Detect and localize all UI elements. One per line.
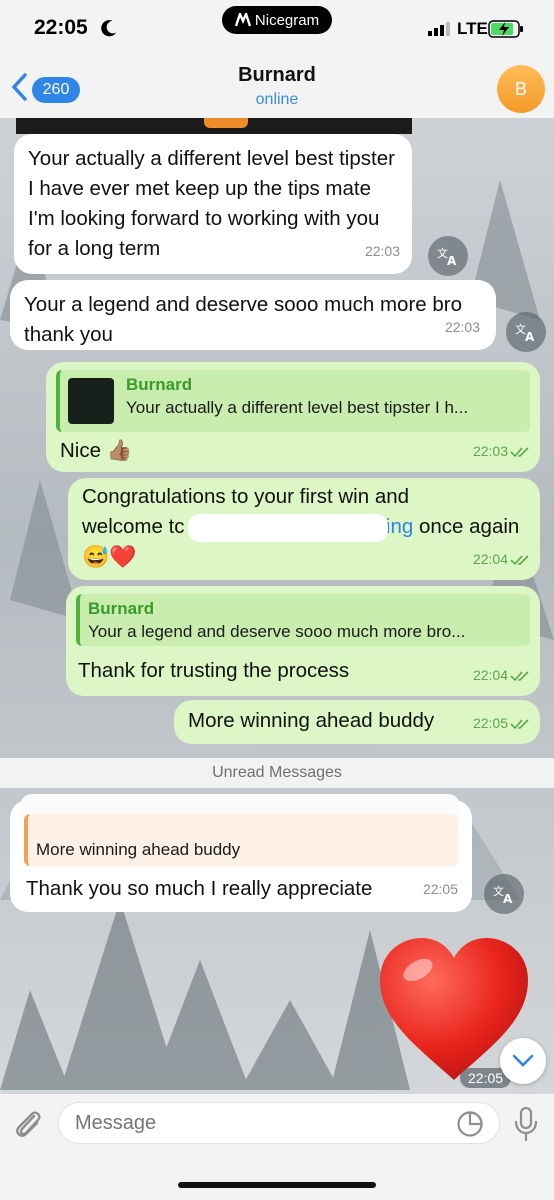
microphone-icon[interactable] [512, 1106, 540, 1142]
chat-header: 260 Burnard online B [0, 56, 554, 118]
reply-preview[interactable]: Burnard Your a legend and deserve sooo m… [76, 594, 530, 646]
reply-text: Your actually a different level best tip… [126, 398, 469, 417]
svg-text:A: A [447, 254, 457, 266]
message-time: 22:03 [364, 243, 400, 259]
chat-status: online [255, 91, 299, 108]
message-incoming[interactable]: More winning ahead buddy Thank you so mu… [10, 794, 472, 912]
read-checks-icon [510, 555, 529, 566]
message-text: Thank you so much I really appreciate [26, 877, 373, 900]
message-emoji: 😅❤️ [82, 544, 137, 569]
app-name: Nicegram [254, 11, 320, 29]
chevron-down-icon [512, 1054, 534, 1067]
home-indicator [178, 1182, 376, 1188]
message-time: 22:04 [473, 544, 530, 574]
read-checks-icon [510, 719, 529, 730]
message-time: 22:04 [473, 660, 530, 690]
moon-icon [101, 20, 117, 37]
reply-author: Burnard [126, 375, 193, 394]
reply-text: Your a legend and deserve sooo much more… [88, 622, 466, 641]
scroll-down-button[interactable] [500, 1038, 546, 1084]
translate-icon[interactable]: 文A [484, 874, 524, 914]
message-text: Your actually a different level best tip… [28, 147, 395, 260]
nicegram-logo-icon [234, 13, 251, 27]
sticker-icon[interactable] [456, 1110, 484, 1138]
status-bar: 22:05 Nicegram LTE [0, 0, 554, 56]
message-time: 22:03 [444, 319, 480, 335]
message-outgoing[interactable]: Burnard Your a legend and deserve sooo m… [66, 586, 540, 696]
message-text: Nice 👍🏽 [60, 439, 133, 462]
app-pill: Nicegram [222, 6, 332, 34]
svg-text:A: A [525, 330, 535, 342]
message-text: Congratulations to your first win and [82, 485, 410, 508]
reply-preview[interactable]: Burnard Your actually a different level … [56, 370, 530, 432]
message-incoming[interactable]: Your actually a different level best tip… [14, 134, 412, 274]
battery-charging-icon [488, 20, 523, 38]
unread-divider: Unread Messages [0, 758, 554, 788]
message-incoming[interactable]: Your a legend and deserve sooo much more… [10, 280, 496, 350]
read-checks-icon [510, 671, 529, 682]
message-list[interactable]: Your actually a different level best tip… [0, 0, 554, 1200]
avatar[interactable]: B [497, 65, 545, 113]
message-text: Your a legend and deserve sooo much more… [24, 293, 462, 346]
redaction [188, 514, 388, 542]
message-text: More winning ahead buddy [188, 709, 435, 732]
reply-thumbnail [68, 378, 114, 424]
read-checks-icon [510, 447, 529, 458]
message-input[interactable] [58, 1102, 500, 1144]
message-outgoing[interactable]: Burnard Your actually a different level … [46, 362, 540, 472]
svg-text:A: A [503, 892, 513, 904]
status-time: 22:05 [34, 16, 88, 39]
message-time: 22:05 [473, 708, 530, 738]
reply-text: More winning ahead buddy [36, 840, 241, 859]
message-text: Thank for trusting the process [78, 659, 350, 682]
reply-author: Burnard [88, 599, 155, 618]
paperclip-icon[interactable] [12, 1108, 44, 1142]
message-outgoing[interactable]: Congratulations to your first win and we… [68, 478, 540, 580]
message-outgoing[interactable]: More winning ahead buddy 22:05 [174, 700, 540, 744]
reply-preview[interactable]: More winning ahead buddy [24, 814, 458, 866]
translate-icon[interactable]: 文A [428, 236, 468, 276]
chat-title[interactable]: Burnard [0, 64, 554, 87]
message-time: 22:03 [473, 436, 530, 466]
composer-bar [0, 1094, 554, 1200]
translate-icon[interactable]: 文A [506, 312, 546, 352]
network-type: LTE [457, 19, 488, 38]
message-time: 22:05 [422, 881, 458, 897]
media-preview-edge[interactable] [16, 118, 412, 134]
signal-icon [428, 22, 450, 36]
